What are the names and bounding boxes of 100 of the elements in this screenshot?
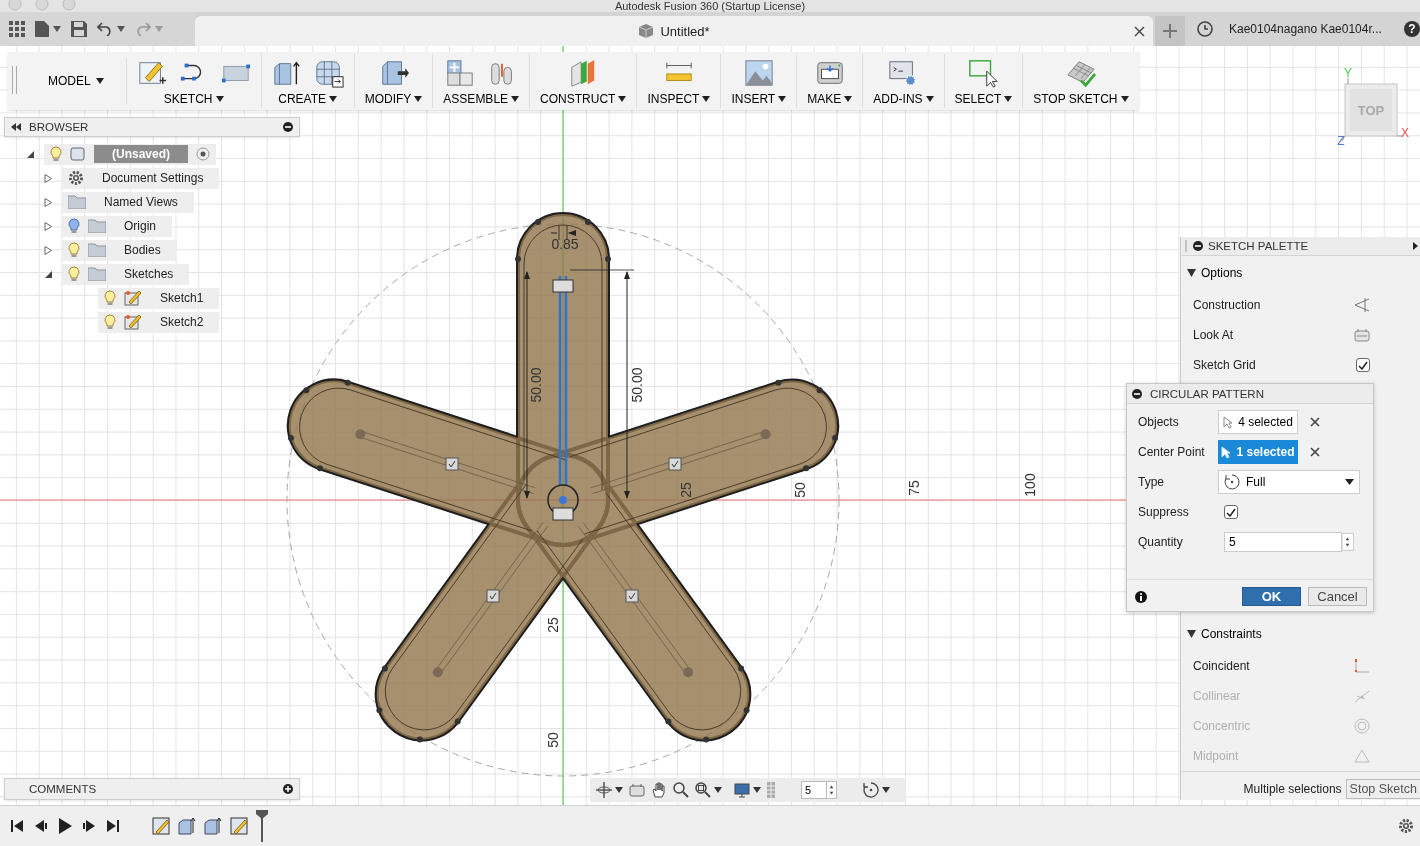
step-back-icon[interactable] bbox=[34, 819, 48, 833]
clear-icon[interactable] bbox=[1310, 417, 1320, 427]
section-toggle[interactable]: Options bbox=[1181, 256, 1420, 290]
zoom-icon[interactable] bbox=[673, 782, 689, 798]
dialog-button[interactable]: Cancel bbox=[1308, 587, 1367, 606]
toolbar-menu[interactable]: STOP SKETCH bbox=[1033, 92, 1129, 106]
lightbulb-icon[interactable] bbox=[104, 290, 116, 306]
caret-icon[interactable] bbox=[1120, 96, 1129, 102]
add-comment-icon[interactable] bbox=[283, 784, 293, 794]
lightbulb-icon[interactable] bbox=[68, 218, 80, 234]
play-icon[interactable] bbox=[58, 818, 72, 834]
user-name[interactable]: Kae0104nagano Kae0104r... bbox=[1229, 22, 1382, 36]
caret-icon[interactable] bbox=[511, 96, 520, 102]
dimension-label[interactable]: 50.00 bbox=[629, 367, 645, 403]
tree-item[interactable]: Origin bbox=[62, 215, 172, 237]
dialog-button[interactable]: OK bbox=[1242, 587, 1301, 606]
clock-icon[interactable] bbox=[1197, 21, 1213, 37]
settings-icon[interactable] bbox=[1398, 818, 1414, 834]
skip-end-icon[interactable] bbox=[106, 819, 120, 833]
look-at-icon[interactable] bbox=[629, 783, 645, 797]
dimension-label[interactable]: 50.00 bbox=[528, 367, 544, 403]
help-button[interactable]: ? bbox=[1403, 21, 1420, 37]
extrude-feature-icon[interactable] bbox=[204, 817, 222, 835]
toolbar-menu[interactable]: MODIFY bbox=[364, 92, 423, 106]
toolbar-menu[interactable]: CREATE bbox=[278, 92, 338, 106]
quantity-field[interactable]: 5 bbox=[1224, 532, 1342, 552]
minus-icon[interactable] bbox=[1193, 241, 1203, 251]
cube-plus-icon[interactable] bbox=[445, 58, 476, 88]
clear-icon[interactable] bbox=[1310, 447, 1320, 457]
caret-icon[interactable] bbox=[215, 96, 224, 102]
radio-icon[interactable] bbox=[196, 147, 210, 161]
orbit-icon[interactable] bbox=[596, 782, 612, 798]
tree-item[interactable]: Document Settings bbox=[62, 167, 220, 189]
dimension-label[interactable]: 50 bbox=[545, 732, 561, 748]
file-icon[interactable] bbox=[35, 21, 49, 37]
caret-icon[interactable] bbox=[1004, 96, 1013, 102]
section-toggle[interactable]: Constraints bbox=[1181, 617, 1420, 651]
info-icon[interactable] bbox=[1135, 590, 1147, 603]
caret-icon[interactable] bbox=[329, 96, 338, 102]
grid-check-icon[interactable] bbox=[1065, 58, 1096, 88]
stop-sketch-button[interactable]: Stop Sketch bbox=[1345, 779, 1420, 799]
script-gear-icon[interactable] bbox=[888, 58, 919, 88]
caret-icon[interactable] bbox=[882, 787, 890, 793]
toolbar-menu[interactable]: CONSTRUCT bbox=[540, 92, 627, 106]
checkbox[interactable] bbox=[1356, 358, 1370, 372]
app-grid-icon[interactable] bbox=[9, 21, 25, 37]
toolbar-menu[interactable]: SKETCH bbox=[163, 92, 224, 106]
dimension-label[interactable]: 75 bbox=[906, 480, 922, 496]
dimension-label[interactable]: 25 bbox=[678, 482, 694, 498]
new-tab-button[interactable] bbox=[1155, 16, 1185, 46]
sketch-feature-icon[interactable] bbox=[152, 817, 170, 835]
minus-icon[interactable] bbox=[283, 122, 293, 132]
expand-arrow-icon[interactable] bbox=[1187, 269, 1196, 277]
type-dropdown[interactable]: Full bbox=[1218, 470, 1360, 494]
dimension-label[interactable]: 25 bbox=[545, 617, 561, 633]
tree-item[interactable]: Sketch2 bbox=[98, 311, 220, 333]
collapse-icon[interactable] bbox=[11, 123, 21, 131]
caret-icon[interactable] bbox=[702, 96, 711, 102]
toolbar-menu[interactable]: MAKE bbox=[807, 92, 853, 106]
toolbar-menu[interactable]: INSERT bbox=[731, 92, 787, 106]
lightbulb-icon[interactable] bbox=[104, 314, 116, 330]
caret-icon[interactable] bbox=[618, 96, 627, 102]
toolbar-menu[interactable]: SELECT bbox=[954, 92, 1013, 106]
expand-arrow-icon[interactable] bbox=[1187, 630, 1196, 638]
toolbar-menu[interactable]: ADD-INS bbox=[873, 92, 934, 106]
toolbar-menu[interactable]: INSPECT bbox=[647, 92, 711, 106]
checkbox[interactable] bbox=[1224, 505, 1238, 519]
step-forward-icon[interactable] bbox=[82, 819, 96, 833]
landscape-image-icon[interactable] bbox=[743, 58, 774, 88]
close-icon[interactable] bbox=[1134, 25, 1145, 37]
tree-item[interactable]: Named Views bbox=[62, 191, 194, 213]
lightbulb-icon[interactable] bbox=[50, 146, 62, 162]
toolbar-menu[interactable]: ASSEMBLE bbox=[443, 92, 520, 106]
selection-field[interactable]: 1 selected bbox=[1218, 440, 1298, 464]
lightbulb-icon[interactable] bbox=[68, 242, 80, 258]
selection-field[interactable]: 4 selected bbox=[1218, 410, 1298, 434]
extrude-feature-icon[interactable] bbox=[178, 817, 196, 835]
skip-start-icon[interactable] bbox=[10, 819, 24, 833]
workspace-dropdown[interactable]: MODEL bbox=[44, 58, 127, 104]
grip-icon[interactable] bbox=[1185, 240, 1188, 252]
expand-arrow-icon[interactable] bbox=[26, 149, 34, 159]
dimension-label[interactable]: 100 bbox=[1022, 473, 1038, 497]
grip-icon[interactable] bbox=[12, 66, 17, 94]
grid-box-icon[interactable] bbox=[313, 58, 344, 88]
spinner-icon[interactable] bbox=[827, 781, 837, 799]
selection-box-icon[interactable] bbox=[968, 58, 999, 88]
caret-icon[interactable] bbox=[753, 787, 761, 793]
display-monitor-icon[interactable] bbox=[734, 782, 750, 798]
caret-icon[interactable] bbox=[714, 787, 722, 793]
tree-item[interactable]: Sketches bbox=[62, 263, 190, 285]
caret-icon[interactable] bbox=[844, 96, 853, 102]
caret-icon[interactable] bbox=[615, 787, 623, 793]
dimension-label[interactable]: 50 bbox=[792, 482, 808, 498]
timeline-marker-icon[interactable] bbox=[256, 810, 268, 842]
pan-hand-icon[interactable] bbox=[651, 782, 667, 798]
spinner-icon[interactable] bbox=[1342, 533, 1354, 551]
caret-icon[interactable] bbox=[414, 96, 423, 102]
caret-icon[interactable] bbox=[95, 78, 104, 84]
minus-icon[interactable] bbox=[1132, 388, 1142, 399]
expand-arrow-icon[interactable] bbox=[44, 269, 52, 279]
